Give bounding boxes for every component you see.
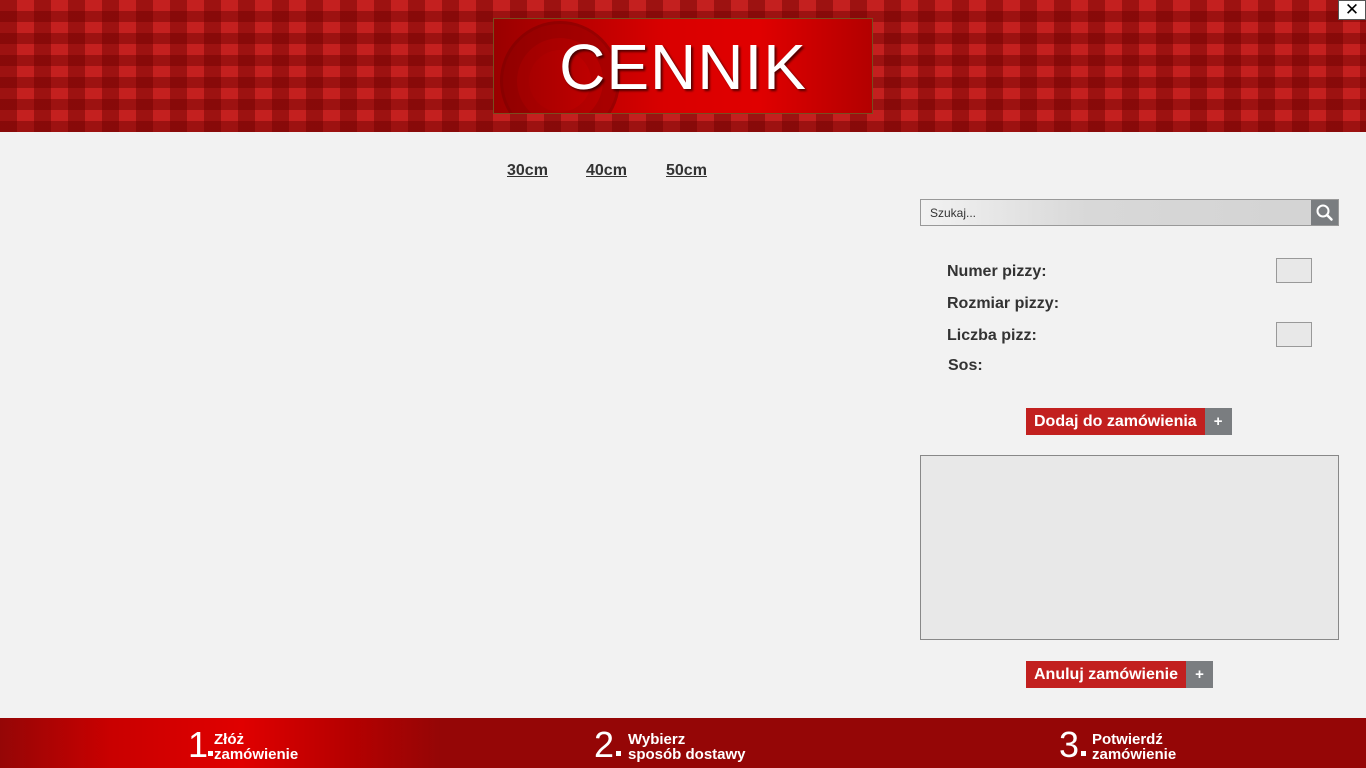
search-input[interactable] (921, 200, 1311, 225)
plus-icon: + (1186, 661, 1214, 688)
size-tab-40cm[interactable]: 40cm (586, 162, 627, 180)
size-tab-30cm[interactable]: 30cm (507, 162, 548, 180)
steps-footer: 1 Złóż zamówienie 2 Wybierz sposób dosta… (0, 718, 1366, 768)
pizza-count-field[interactable] (1276, 322, 1312, 347)
pizza-size-label: Rozmiar pizzy: (947, 295, 1060, 312)
step-line1: Złóż (214, 731, 244, 748)
add-to-order-label: Dodaj do zamówienia (1026, 408, 1205, 435)
step-2-delivery[interactable]: 2 Wybierz sposób dostawy (594, 724, 774, 764)
add-to-order-button[interactable]: Dodaj do zamówienia + (1026, 408, 1232, 435)
sauce-label: Sos: (948, 357, 983, 374)
step-dot (1081, 751, 1086, 756)
step-line1: Potwierdź (1092, 731, 1163, 748)
page-title: CENNIK (559, 31, 807, 103)
plus-icon: + (1204, 408, 1232, 435)
step-line2: zamówienie (214, 746, 299, 763)
step-line1: Wybierz (628, 731, 686, 748)
header: CENNIK (0, 0, 1366, 132)
cancel-order-label: Anuluj zamówienie (1026, 661, 1187, 688)
step-dot (616, 751, 621, 756)
step-line2: sposób dostawy (628, 746, 746, 763)
search-box (920, 199, 1339, 226)
step-number: 3 (1059, 724, 1080, 765)
step-number: 2 (594, 724, 615, 765)
step-dot (208, 751, 213, 756)
step-3-confirm[interactable]: 3 Potwierdź zamówienie (1059, 724, 1209, 764)
close-icon: ✕ (1344, 0, 1360, 19)
pizza-count-label: Liczba pizz: (947, 327, 1037, 344)
size-tab-50cm[interactable]: 50cm (666, 162, 707, 180)
search-icon (1316, 204, 1333, 221)
step-1-place-order[interactable]: 1 Złóż zamówienie (188, 724, 328, 764)
order-list[interactable] (920, 455, 1339, 640)
search-button[interactable] (1311, 200, 1338, 225)
close-button[interactable]: ✕ (1338, 0, 1366, 20)
pizza-number-label: Numer pizzy: (947, 263, 1047, 280)
step-line2: zamówienie (1092, 746, 1177, 763)
title-banner: CENNIK (493, 18, 873, 114)
cancel-order-button[interactable]: Anuluj zamówienie + (1026, 661, 1214, 688)
pizza-number-field[interactable] (1276, 258, 1312, 283)
step-number: 1 (188, 724, 209, 765)
